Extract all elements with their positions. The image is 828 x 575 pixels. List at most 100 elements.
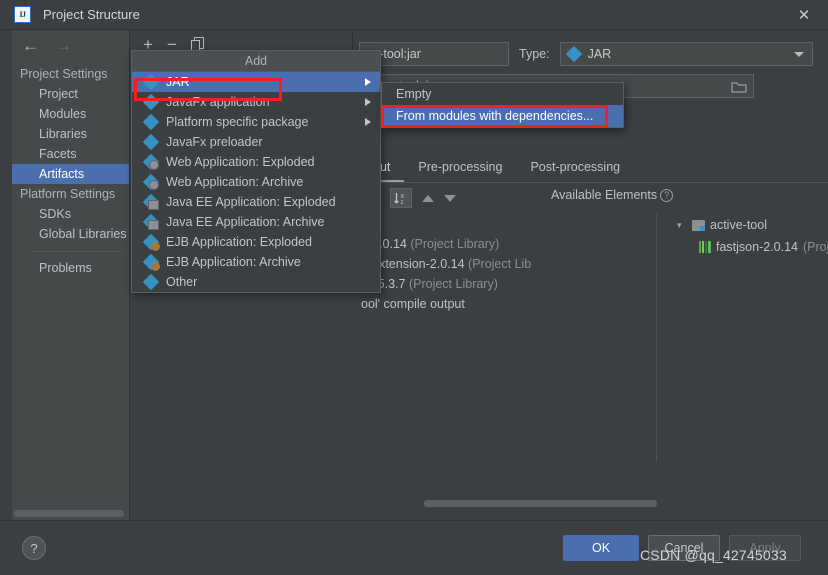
page-title: Project Structure bbox=[43, 7, 140, 22]
menu-item-java-ee-application-archive[interactable]: Java EE Application: Archive bbox=[132, 212, 380, 232]
tree-row[interactable]: jar bbox=[359, 214, 656, 234]
menu-item-label: Web Application: Archive bbox=[166, 175, 304, 189]
sort-alpha-icon[interactable]: a z bbox=[389, 188, 412, 208]
available-elements-header: Available Elements ? bbox=[551, 188, 674, 202]
javaee-application-icon bbox=[142, 213, 160, 231]
sidebar-item-artifacts[interactable]: Artifacts bbox=[12, 164, 129, 184]
menu-item-label: Platform specific package bbox=[166, 115, 309, 129]
submenu-arrow-icon bbox=[365, 98, 371, 106]
add-artifact-menu: Add JAR JavaFx application Platform spec… bbox=[131, 50, 381, 293]
sidebar-group-platform-settings: Platform Settings bbox=[20, 187, 116, 201]
sidebar-item-sdks[interactable]: SDKs bbox=[12, 204, 129, 224]
sidebar-horizontal-scrollbar[interactable] bbox=[14, 510, 124, 517]
jar-icon bbox=[142, 133, 160, 151]
menu-item-label: Java EE Application: Archive bbox=[166, 215, 325, 229]
tree-node-label: fastjson-2.0.14 bbox=[716, 240, 798, 254]
move-down-icon[interactable] bbox=[443, 194, 456, 202]
submenu-item-empty[interactable]: Empty bbox=[382, 83, 623, 105]
artifact-type-select[interactable]: JAR bbox=[559, 42, 813, 66]
jar-icon bbox=[142, 73, 160, 91]
menu-item-other[interactable]: Other bbox=[132, 272, 380, 292]
svg-text:z: z bbox=[401, 200, 404, 206]
chevron-down-icon bbox=[793, 52, 804, 57]
web-application-icon bbox=[142, 173, 160, 191]
menu-item-web-application-exploded[interactable]: Web Application: Exploded bbox=[132, 152, 380, 172]
tree-node-suffix: (Project Library) bbox=[803, 240, 828, 254]
artifact-name-type-row: ve-tool:jar Type: JAR bbox=[359, 42, 813, 66]
sidebar-item-project[interactable]: Project bbox=[12, 84, 129, 104]
help-icon[interactable]: ? bbox=[660, 188, 674, 202]
sidebar-item-global-libraries[interactable]: Global Libraries bbox=[12, 224, 129, 244]
help-button[interactable]: ? bbox=[22, 536, 46, 560]
forward-arrow-icon[interactable]: → bbox=[55, 37, 72, 54]
jar-icon bbox=[142, 273, 160, 291]
tree-node-label: active-tool bbox=[710, 218, 767, 232]
jar-submenu: Empty From modules with dependencies... bbox=[381, 82, 624, 128]
sidebar-divider bbox=[32, 251, 121, 252]
tree-row[interactable]: ool' compile output bbox=[359, 294, 656, 314]
chevron-down-icon[interactable]: ▾ bbox=[677, 220, 687, 231]
jar-icon bbox=[565, 45, 582, 63]
tree-row[interactable]: 2-extension-2.0.14 (Project Lib bbox=[359, 254, 656, 274]
javaee-application-icon bbox=[142, 193, 160, 211]
tree-node-fastjson[interactable]: fastjson-2.0.14 (Project Library) bbox=[665, 236, 828, 258]
menu-item-label: JavaFx application bbox=[166, 95, 270, 109]
title-bar: IJ Project Structure ✕ bbox=[0, 0, 828, 30]
close-icon[interactable]: ✕ bbox=[794, 6, 814, 24]
available-elements-label: Available Elements bbox=[551, 188, 658, 202]
menu-item-label: Other bbox=[166, 275, 198, 289]
tab-post-processing[interactable]: Post-processing bbox=[516, 156, 634, 182]
sidebar-item-problems[interactable]: Problems bbox=[12, 258, 129, 278]
available-elements-tree[interactable]: ▾ active-tool fastjson-2.0.14 (Project L… bbox=[665, 214, 828, 462]
folder-browse-icon[interactable] bbox=[731, 79, 747, 97]
artifact-type-label: Type: bbox=[519, 47, 550, 61]
menu-item-ejb-application-archive[interactable]: EJB Application: Archive bbox=[132, 252, 380, 272]
navigation-row: ← → bbox=[12, 30, 129, 60]
project-structure-dialog: IJ Project Structure ✕ ← → Project Setti… bbox=[0, 0, 828, 575]
menu-item-web-application-archive[interactable]: Web Application: Archive bbox=[132, 172, 380, 192]
svg-text:a: a bbox=[401, 193, 405, 199]
watermark: CSDN @qq_42745033 bbox=[640, 547, 787, 563]
app-icon: IJ bbox=[14, 6, 31, 23]
sidebar-list: Project Settings Project Modules Librari… bbox=[12, 60, 129, 278]
menu-item-javafx-preloader[interactable]: JavaFx preloader bbox=[132, 132, 380, 152]
tree-node-active-tool[interactable]: ▾ active-tool bbox=[665, 214, 828, 236]
submenu-arrow-icon bbox=[365, 118, 371, 126]
ok-button[interactable]: OK bbox=[563, 535, 639, 561]
artifact-type-value: JAR bbox=[587, 47, 612, 61]
web-application-icon bbox=[142, 153, 160, 171]
folder-icon bbox=[692, 219, 705, 231]
sidebar-group-project-settings: Project Settings bbox=[20, 67, 108, 81]
sidebar-item-modules[interactable]: Modules bbox=[12, 104, 129, 124]
tree-row[interactable]: 2-2.0.14 (Project Library) bbox=[359, 234, 656, 254]
library-icon bbox=[699, 241, 711, 253]
back-arrow-icon[interactable]: ← bbox=[22, 37, 39, 54]
menu-item-javafx-application[interactable]: JavaFx application bbox=[132, 92, 380, 112]
add-menu-title: Add bbox=[132, 51, 380, 72]
ejb-application-icon bbox=[142, 253, 160, 271]
menu-item-jar[interactable]: JAR bbox=[132, 72, 380, 92]
layout-tree-horizontal-scrollbar[interactable] bbox=[424, 500, 657, 507]
artifact-name-input[interactable]: ve-tool:jar bbox=[359, 42, 509, 66]
menu-item-label: Web Application: Exploded bbox=[166, 155, 315, 169]
menu-item-java-ee-application-exploded[interactable]: Java EE Application: Exploded bbox=[132, 192, 380, 212]
submenu-arrow-icon bbox=[365, 78, 371, 86]
artifact-layout-tree[interactable]: jar 2-2.0.14 (Project Library) 2-extensi… bbox=[359, 214, 657, 462]
sidebar: ← → Project Settings Project Modules Lib… bbox=[12, 30, 130, 520]
menu-item-label: EJB Application: Exploded bbox=[166, 235, 312, 249]
menu-item-label: JavaFx preloader bbox=[166, 135, 263, 149]
tab-pre-processing[interactable]: Pre-processing bbox=[404, 156, 516, 182]
jar-icon bbox=[142, 93, 160, 111]
menu-item-label: Java EE Application: Exploded bbox=[166, 195, 336, 209]
menu-item-platform-specific-package[interactable]: Platform specific package bbox=[132, 112, 380, 132]
sidebar-item-facets[interactable]: Facets bbox=[12, 144, 129, 164]
move-up-icon[interactable] bbox=[421, 194, 434, 202]
artifact-tabs: put Pre-processing Post-processing bbox=[359, 156, 828, 183]
submenu-item-from-modules-with-dependencies[interactable]: From modules with dependencies... bbox=[382, 105, 623, 127]
menu-item-label: EJB Application: Archive bbox=[166, 255, 301, 269]
sidebar-item-libraries[interactable]: Libraries bbox=[12, 124, 129, 144]
jar-icon bbox=[142, 113, 160, 131]
menu-item-label: JAR bbox=[166, 75, 190, 89]
tree-row[interactable]: all-5.3.7 (Project Library) bbox=[359, 274, 656, 294]
menu-item-ejb-application-exploded[interactable]: EJB Application: Exploded bbox=[132, 232, 380, 252]
